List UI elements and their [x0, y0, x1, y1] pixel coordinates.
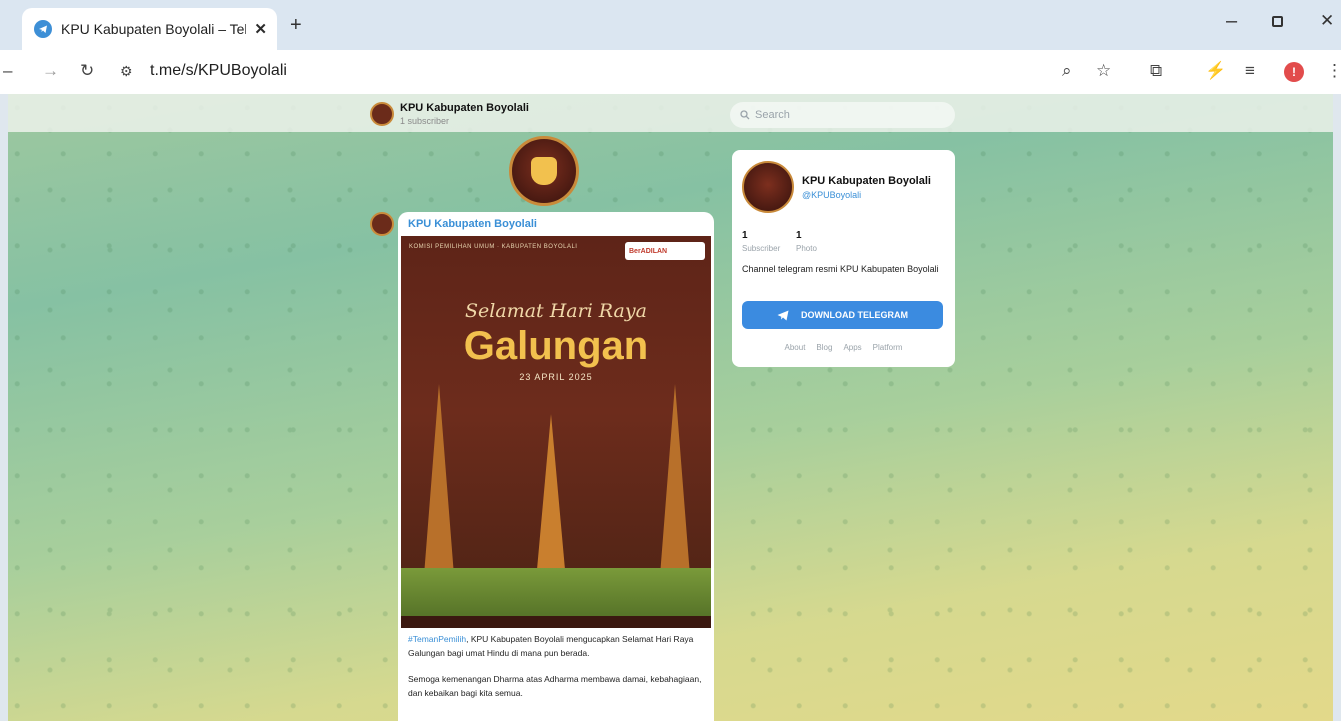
page-header: KPU Kabupaten Boyolali 1 subscriber [8, 94, 1333, 132]
channel-info-card: KPU Kabupaten Boyolali @KPUBoyolali 1 Su… [732, 150, 955, 367]
post-caption: #TemanPemilih, KPU Kabupaten Boyolali me… [408, 632, 706, 700]
card-channel-name: KPU Kabupaten Boyolali [802, 175, 931, 187]
reading-list-icon[interactable]: ≡ [1245, 61, 1255, 81]
minimize-icon[interactable]: – [1226, 10, 1237, 33]
stat-label: Subscriber [742, 244, 781, 253]
hashtag-link[interactable]: #TemanPemilih [408, 634, 466, 644]
stat-photos: 1 Photo [796, 230, 817, 253]
tab-title: KPU Kabupaten Boyolali – Tele [61, 21, 247, 37]
footer-link-blog[interactable]: Blog [816, 343, 832, 352]
address-bar[interactable]: t.me/s/KPUBoyolali [150, 62, 287, 80]
card-channel-handle[interactable]: @KPUBoyolali [802, 190, 861, 200]
stat-value: 1 [742, 230, 748, 241]
performance-icon[interactable]: ⚡ [1205, 61, 1226, 81]
download-telegram-button[interactable]: DOWNLOAD TELEGRAM [742, 301, 943, 329]
telegram-plane-icon [777, 310, 789, 320]
header-channel-name[interactable]: KPU Kabupaten Boyolali [400, 102, 529, 114]
new-tab-icon[interactable]: + [290, 14, 302, 37]
search-input[interactable] [755, 109, 935, 121]
footer-link-about[interactable]: About [785, 343, 806, 352]
footer-link-platform[interactable]: Platform [873, 343, 903, 352]
close-window-icon[interactable]: ✕ [1320, 11, 1334, 31]
back-icon[interactable]: – [3, 61, 12, 81]
browser-tab[interactable]: KPU Kabupaten Boyolali – Tele ✕ [22, 8, 277, 50]
poster-main-title: Galungan [463, 324, 649, 368]
poster-org-text: KOMISI PEMILIHAN UMUM · KABUPATEN BOYOLA… [409, 244, 578, 250]
card-channel-avatar [742, 161, 794, 213]
search-icon [740, 110, 750, 120]
reload-icon[interactable]: ↻ [80, 61, 94, 81]
header-subscriber-count: 1 subscriber [400, 116, 450, 126]
browser-toolbar: – → ↻ ⚙ t.me/s/KPUBoyolali ⌕ ☆ ⧉ ⚡ ≡ ! ⋮ [0, 50, 1341, 94]
kpu-emblem-icon [531, 157, 557, 185]
zoom-icon[interactable]: ⌕ [1062, 61, 1072, 81]
stat-label: Photo [796, 244, 817, 253]
search-box[interactable] [730, 102, 955, 128]
telegram-channel-page: KPU Kabupaten Boyolali 1 subscriber KPU … [8, 94, 1333, 721]
stat-value: 1 [796, 230, 802, 241]
restore-icon[interactable] [1272, 16, 1283, 27]
poster-footer-bar [401, 616, 711, 628]
forward-icon[interactable]: → [42, 61, 59, 81]
telegram-favicon-icon [34, 20, 52, 38]
post-image[interactable]: KOMISI PEMILIHAN UMUM · KABUPATEN BOYOLA… [401, 236, 711, 628]
footer-links: About Blog Apps Platform [732, 343, 955, 352]
close-tab-icon[interactable]: ✕ [254, 20, 267, 38]
caption-text-2: Semoga kemenangan Dharma atas Adharma me… [408, 674, 702, 698]
poster-badge: BerADILAN [625, 242, 705, 260]
bookmark-star-icon[interactable]: ☆ [1096, 61, 1111, 81]
channel-logo [509, 136, 579, 206]
tab-strip: KPU Kabupaten Boyolali – Tele ✕ + – ✕ [0, 0, 1341, 50]
extensions-icon[interactable]: ⧉ [1150, 61, 1162, 81]
post-author-avatar[interactable] [370, 212, 394, 236]
poster-date: 23 APRIL 2025 [519, 372, 593, 382]
stat-subscribers: 1 Subscriber [742, 230, 780, 253]
poster-script-title: Selamat Hari Raya [465, 300, 647, 322]
profile-avatar[interactable]: ! [1284, 62, 1304, 82]
header-channel-avatar[interactable] [370, 102, 394, 126]
menu-dots-icon[interactable]: ⋮ [1326, 61, 1341, 81]
footer-link-apps[interactable]: Apps [843, 343, 861, 352]
site-info-icon[interactable]: ⚙ [120, 63, 133, 80]
message-bubble: KPU Kabupaten Boyolali KOMISI PEMILIHAN … [398, 212, 714, 721]
post-author-name[interactable]: KPU Kabupaten Boyolali [408, 218, 537, 230]
channel-description: Channel telegram resmi KPU Kabupaten Boy… [742, 264, 939, 274]
download-button-label: DOWNLOAD TELEGRAM [801, 310, 908, 320]
